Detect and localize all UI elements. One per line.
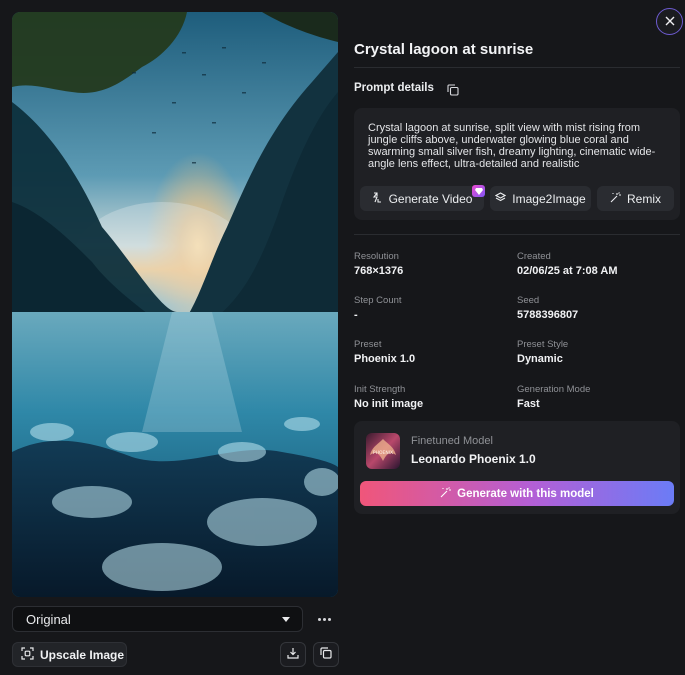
meta-label: Generation Mode xyxy=(517,384,591,395)
meta-value: No init image xyxy=(354,398,424,410)
meta-label: Preset Style xyxy=(517,339,569,350)
video-icon xyxy=(372,191,383,206)
generate-video-button[interactable]: Generate Video xyxy=(360,186,484,211)
meta-value: 5788396807 xyxy=(517,309,579,321)
upscale-label: Upscale Image xyxy=(40,647,125,662)
meta-value: 768×1376 xyxy=(354,265,404,277)
download-icon xyxy=(287,646,299,664)
meta-init-strength: Init Strength No init image xyxy=(354,384,423,410)
prompt-text: Crystal lagoon at sunrise, split view wi… xyxy=(368,122,656,170)
meta-value: Fast xyxy=(517,398,540,410)
close-icon xyxy=(665,13,675,31)
meta-value: 02/06/25 at 7:08 AM xyxy=(517,265,618,277)
meta-created: Created 02/06/25 at 7:08 AM xyxy=(517,251,617,277)
meta-label: Seed xyxy=(517,295,540,306)
meta-resolution: Resolution 768×1376 xyxy=(354,251,403,277)
meta-preset-style: Preset Style Dynamic xyxy=(517,339,568,365)
generate-with-model-label: Generate with this model xyxy=(457,487,594,500)
chevron-down-icon xyxy=(282,616,290,622)
prompt-details-label: Prompt details xyxy=(354,82,434,94)
generated-image[interactable] xyxy=(12,12,338,597)
model-name: Leonardo Phoenix 1.0 xyxy=(411,452,536,466)
image2image-button[interactable]: Image2Image xyxy=(490,186,591,211)
meta-label: Preset xyxy=(354,339,382,350)
meta-step-count: Step Count - xyxy=(354,295,402,321)
finetuned-model-card: PHOENIX Finetuned Model Leonardo Phoenix… xyxy=(354,421,680,514)
meta-value: Phoenix 1.0 xyxy=(354,353,416,365)
divider xyxy=(354,67,680,68)
meta-label: Created xyxy=(517,251,551,262)
remix-label: Remix xyxy=(626,191,661,206)
layers-icon xyxy=(495,191,507,206)
generate-with-model-button[interactable]: Generate with this model xyxy=(360,481,674,506)
remix-button[interactable]: Remix xyxy=(597,186,674,211)
upscale-icon xyxy=(21,646,34,663)
wand-icon xyxy=(440,486,452,501)
model-thumbnail[interactable]: PHOENIX xyxy=(366,433,400,469)
upscale-image-button[interactable]: Upscale Image xyxy=(12,642,127,667)
copy-prompt-icon[interactable] xyxy=(447,83,459,101)
image-title: Crystal lagoon at sunrise xyxy=(354,41,534,58)
generate-video-label: Generate Video xyxy=(388,191,473,206)
copy-image-button[interactable] xyxy=(313,642,339,667)
svg-text:PHOENIX: PHOENIX xyxy=(373,450,393,456)
meta-label: Init Strength xyxy=(354,384,406,395)
download-button[interactable] xyxy=(280,642,306,667)
meta-value: Dynamic xyxy=(517,353,563,365)
wand-icon xyxy=(610,191,621,206)
premium-gem-icon xyxy=(472,185,485,197)
meta-seed: Seed 5788396807 xyxy=(517,295,578,321)
prompt-card: Crystal lagoon at sunrise, split view wi… xyxy=(354,108,680,220)
meta-generation-mode: Generation Mode Fast xyxy=(517,384,590,410)
image-variant-select[interactable]: Original xyxy=(12,606,303,632)
variant-select-value: Original xyxy=(26,611,71,627)
meta-preset: Preset Phoenix 1.0 xyxy=(354,339,415,365)
model-kind-label: Finetuned Model xyxy=(411,435,493,447)
divider xyxy=(354,234,680,235)
image2image-label: Image2Image xyxy=(512,191,586,206)
meta-label: Resolution xyxy=(354,251,399,262)
copy-icon xyxy=(320,646,332,664)
meta-label: Step Count xyxy=(354,295,402,306)
close-button[interactable] xyxy=(656,8,683,35)
more-horizontal-icon[interactable] xyxy=(313,609,335,629)
meta-value: - xyxy=(354,309,358,321)
